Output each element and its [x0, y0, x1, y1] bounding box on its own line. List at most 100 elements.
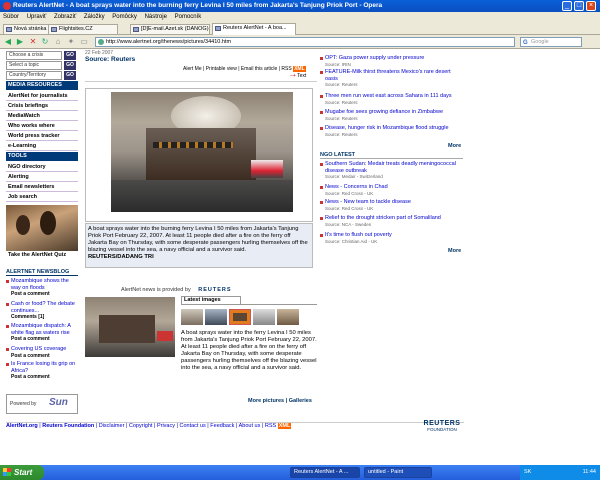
- newsblog-item[interactable]: Mozambique shows the way on floods Post a…: [6, 278, 78, 298]
- home-icon[interactable]: ⌂: [53, 37, 63, 47]
- ngo-item[interactable]: News - New team to tackle disease Source:…: [320, 199, 463, 211]
- footer-reuters-foundation-link[interactable]: Reuters Foundation: [42, 423, 94, 429]
- news-title[interactable]: Disease, hunger risk in Mozambique flood…: [325, 125, 449, 131]
- country-go-button[interactable]: GO: [64, 71, 76, 80]
- nav-crisis-briefings[interactable]: Crisis briefings: [6, 101, 78, 111]
- menu-widgets[interactable]: Pomôcky: [112, 14, 137, 20]
- reuters-logo[interactable]: REUTERS: [198, 287, 231, 293]
- newsblog-comment-link[interactable]: Comments [1]: [11, 314, 78, 321]
- more-ngo-link[interactable]: More: [448, 248, 461, 254]
- ngo-title[interactable]: News - New team to tackle disease: [325, 199, 411, 205]
- tab-flightsites[interactable]: Flightsites.CZ: [48, 24, 118, 34]
- wand-icon[interactable]: ✦: [66, 37, 76, 47]
- menu-bookmarks[interactable]: Záložky: [84, 14, 105, 20]
- start-button[interactable]: Start: [0, 465, 44, 480]
- quiz-photo[interactable]: [6, 205, 78, 251]
- footer-feedback-link[interactable]: Feedback: [210, 423, 234, 429]
- newsblog-title[interactable]: Mozambique shows the way on floods: [11, 278, 69, 291]
- newsblog-title[interactable]: Is France losing its grip on Africa?: [11, 361, 75, 374]
- quiz-link[interactable]: Take the AlertNet Quiz: [8, 252, 78, 258]
- tab-email[interactable]: [D]E-mail.Azet.sk (DANOG): [130, 24, 210, 34]
- news-title[interactable]: FEATURE-Milk thirst threatens Mexico's r…: [325, 69, 451, 82]
- tab-reuters-alertnet[interactable]: Reuters AlertNet - A boa...: [212, 23, 296, 35]
- latest-images-tab[interactable]: Latest images: [181, 296, 241, 304]
- topic-go-button[interactable]: GO: [64, 61, 76, 70]
- menu-edit[interactable]: Upraviť: [27, 14, 47, 20]
- newsblog-item[interactable]: Covering US coverage Post a comment: [6, 346, 78, 359]
- nav-job-search[interactable]: Job search: [6, 192, 78, 202]
- nav-elearning[interactable]: e-Learning: [6, 141, 78, 151]
- gallery-large-photo[interactable]: [85, 297, 175, 357]
- trash-icon[interactable]: ▭: [79, 37, 89, 47]
- thumbnail-5[interactable]: [277, 309, 299, 325]
- rss-link[interactable]: RSS: [281, 66, 291, 72]
- email-article-link[interactable]: Email this article: [241, 66, 277, 72]
- nav-ngo-directory[interactable]: NGO directory: [6, 162, 78, 172]
- stop-icon[interactable]: ✕: [28, 37, 38, 47]
- text-increase-icon[interactable]: +: [293, 73, 296, 79]
- footer-alertnet-link[interactable]: AlertNet.org: [6, 423, 38, 429]
- reuters-foundation-logo[interactable]: REUTERS FOUNDATION: [420, 420, 464, 432]
- menu-view[interactable]: Zobraziť: [54, 14, 76, 20]
- news-item[interactable]: Disease, hunger risk in Mozambique flood…: [320, 125, 463, 137]
- footer-disclaimer-link[interactable]: Disclaimer: [99, 423, 125, 429]
- newsblog-title[interactable]: Mozambique dispatch: A white flag as wat…: [11, 323, 71, 336]
- footer-privacy-link[interactable]: Privacy: [157, 423, 175, 429]
- ngo-title[interactable]: Southern Sudan: Medair treats deadly men…: [325, 161, 456, 174]
- ngo-title[interactable]: Relief to the drought stricken part of S…: [325, 215, 441, 221]
- menu-file[interactable]: Súbor: [3, 14, 19, 20]
- nav-who-works-where[interactable]: Who works where: [6, 121, 78, 131]
- task-opera[interactable]: Reuters AlertNet - A ...: [290, 467, 360, 478]
- newsblog-comment-link[interactable]: Post a comment: [11, 336, 78, 343]
- country-select[interactable]: Country/Territory: [6, 71, 62, 80]
- text-size-control[interactable]: −+ Text: [290, 73, 306, 79]
- burning-ferry-photo[interactable]: [111, 92, 293, 212]
- news-title[interactable]: OPT: Gaza power supply under pressure: [325, 55, 424, 61]
- news-item[interactable]: Mugabe foe sees growing defiance in Zimb…: [320, 109, 463, 121]
- xml-badge[interactable]: XML: [293, 66, 306, 72]
- nav-mediawatch[interactable]: MediaWatch: [6, 111, 78, 121]
- footer-contact-link[interactable]: Contact us: [179, 423, 205, 429]
- newsblog-item[interactable]: Cash or food? The debate continues... Com…: [6, 301, 78, 321]
- close-button[interactable]: ×: [586, 1, 596, 11]
- alert-me-link[interactable]: Alert Me: [183, 66, 202, 72]
- more-pictures-link[interactable]: More pictures: [248, 398, 284, 404]
- news-item[interactable]: Three men run west east across Sahara in…: [320, 93, 463, 105]
- newsblog-title[interactable]: Covering US coverage: [11, 346, 66, 352]
- reload-icon[interactable]: ↻: [40, 37, 50, 47]
- back-icon[interactable]: ◀: [3, 37, 13, 47]
- printable-view-link[interactable]: Printable view: [206, 66, 237, 72]
- nav-press-tracker[interactable]: World press tracker: [6, 131, 78, 141]
- newsblog-comment-link[interactable]: Post a comment: [11, 374, 78, 381]
- crisis-go-button[interactable]: GO: [64, 51, 76, 60]
- newsblog-item[interactable]: Is France losing its grip on Africa? Post…: [6, 361, 78, 381]
- maximize-button[interactable]: □: [574, 1, 584, 11]
- language-indicator[interactable]: SK: [524, 465, 531, 480]
- newsblog-title[interactable]: Cash or food? The debate continues...: [11, 301, 75, 314]
- newsblog-comment-link[interactable]: Post a comment: [11, 291, 78, 298]
- ngo-item[interactable]: News - Concerns in Chad Source: Red Cross…: [320, 184, 463, 196]
- ngo-item[interactable]: It's time to flush out poverty Source: Ch…: [320, 232, 463, 244]
- ngo-item[interactable]: Southern Sudan: Medair treats deadly men…: [320, 161, 463, 180]
- news-item[interactable]: OPT: Gaza power supply under pressure Sou…: [320, 55, 463, 67]
- footer-about-link[interactable]: About us: [239, 423, 261, 429]
- footer-copyright-link[interactable]: Copyright: [129, 423, 153, 429]
- ngo-item[interactable]: Relief to the drought stricken part of S…: [320, 215, 463, 227]
- forward-icon[interactable]: ▶: [15, 37, 25, 47]
- address-field[interactable]: http://www.alertnet.org/thenews/pictures…: [95, 37, 515, 47]
- thumbnail-4[interactable]: [253, 309, 275, 325]
- task-paint[interactable]: untitled - Paint: [364, 467, 432, 478]
- nav-journalists[interactable]: AlertNet for journalists: [6, 91, 78, 101]
- ngo-title[interactable]: It's time to flush out poverty: [325, 232, 392, 238]
- nav-alerting[interactable]: Alerting: [6, 172, 78, 182]
- galleries-link[interactable]: Galleries: [289, 398, 312, 404]
- news-title[interactable]: Mugabe foe sees growing defiance in Zimb…: [325, 109, 443, 115]
- news-title[interactable]: Three men run west east across Sahara in…: [325, 93, 452, 99]
- footer-xml-badge[interactable]: XML: [277, 423, 292, 429]
- ngo-title[interactable]: News - Concerns in Chad: [325, 184, 388, 190]
- clock[interactable]: 11:44: [583, 469, 596, 475]
- more-news-link[interactable]: More: [448, 143, 461, 149]
- thumbnail-3-selected[interactable]: [229, 309, 251, 325]
- crisis-select[interactable]: Choose a crisis: [6, 51, 62, 60]
- menu-help[interactable]: Pomocník: [175, 14, 202, 20]
